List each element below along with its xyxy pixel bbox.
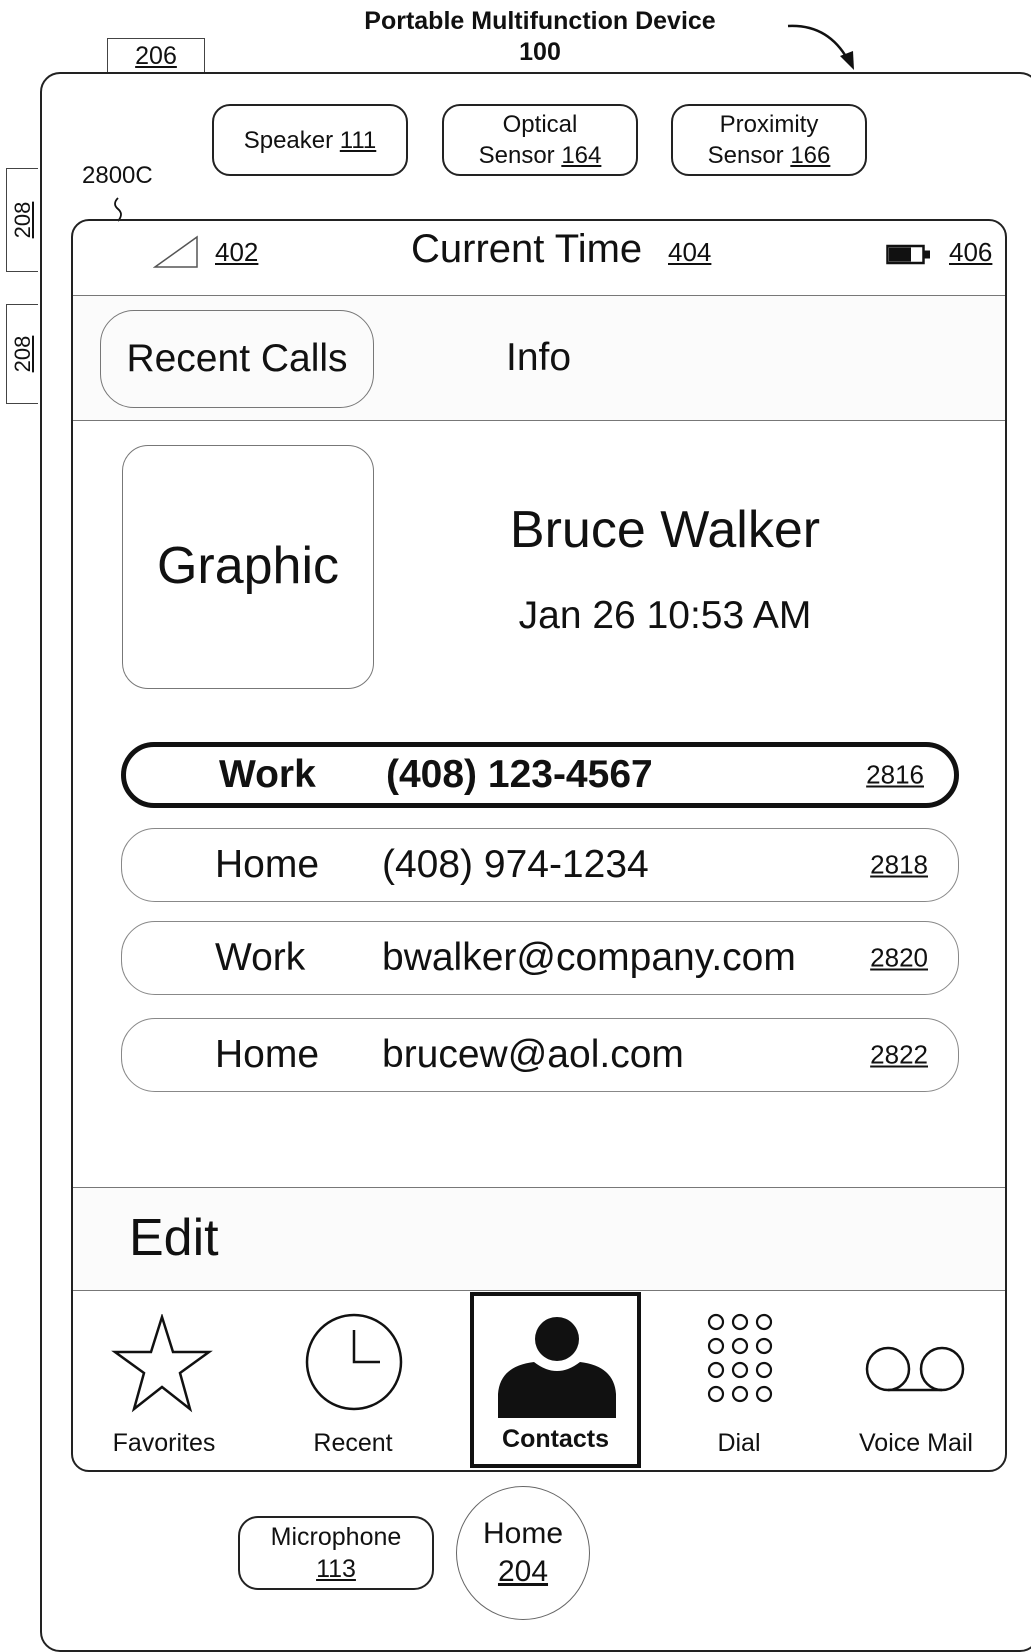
tab-dial[interactable]: Dial xyxy=(654,1292,824,1468)
clock-icon xyxy=(305,1313,403,1411)
tab-voice-mail[interactable]: Voice Mail xyxy=(830,1292,1002,1468)
voicemail-icon xyxy=(865,1346,965,1392)
battery-ref: 406 xyxy=(949,237,993,267)
edit-bar: Edit xyxy=(73,1187,1005,1291)
side-button-upper: 208 xyxy=(6,168,38,272)
optical-sensor-box: Optical Sensor 164 xyxy=(442,104,638,176)
device-ref: 100 xyxy=(519,38,561,66)
signal-ref: 402 xyxy=(215,237,259,267)
entry-home-email[interactable]: Home brucew@aol.com 2822 xyxy=(121,1018,959,1092)
star-icon xyxy=(111,1314,213,1413)
contact-graphic: Graphic xyxy=(122,445,374,689)
entry-work-phone[interactable]: Work (408) 123-4567 2816 xyxy=(121,742,959,808)
entry-work-email[interactable]: Work bwalker@company.com 2820 xyxy=(121,921,959,995)
slot-206: 206 xyxy=(107,38,205,72)
keypad-icon xyxy=(707,1313,773,1403)
edit-button[interactable]: Edit xyxy=(129,1208,219,1268)
side-button-lower: 208 xyxy=(6,304,38,404)
current-time: Current Time xyxy=(411,227,643,271)
recent-calls-button[interactable]: Recent Calls xyxy=(100,310,374,408)
status-bar: 402 Current Time 404 406 xyxy=(73,221,1005,296)
home-button[interactable]: Home 204 xyxy=(456,1486,590,1620)
nav-title: Info xyxy=(506,336,572,379)
time-ref: 404 xyxy=(668,237,712,267)
speaker-box: Speaker 111 xyxy=(212,104,408,176)
person-icon xyxy=(498,1317,616,1418)
call-timestamp: Jan 26 10:53 AM xyxy=(518,594,812,637)
tab-contacts[interactable]: Contacts xyxy=(470,1292,641,1468)
microphone-box: Microphone 113 xyxy=(238,1516,434,1590)
tab-favorites[interactable]: Favorites xyxy=(73,1292,255,1468)
device-title: Portable Multifunction Device xyxy=(364,7,716,35)
pointer-arrow xyxy=(787,24,854,70)
battery-icon xyxy=(886,244,930,265)
figure-title: Portable Multifunction Device 100 xyxy=(300,6,780,68)
contact-name: Bruce Walker xyxy=(509,501,821,559)
tab-recent[interactable]: Recent xyxy=(260,1292,446,1468)
screen-ref-label: 2800C xyxy=(82,162,153,189)
signal-strength-icon xyxy=(153,235,198,268)
entry-home-phone[interactable]: Home (408) 974-1234 2818 xyxy=(121,828,959,902)
proximity-sensor-box: Proximity Sensor 166 xyxy=(671,104,867,176)
